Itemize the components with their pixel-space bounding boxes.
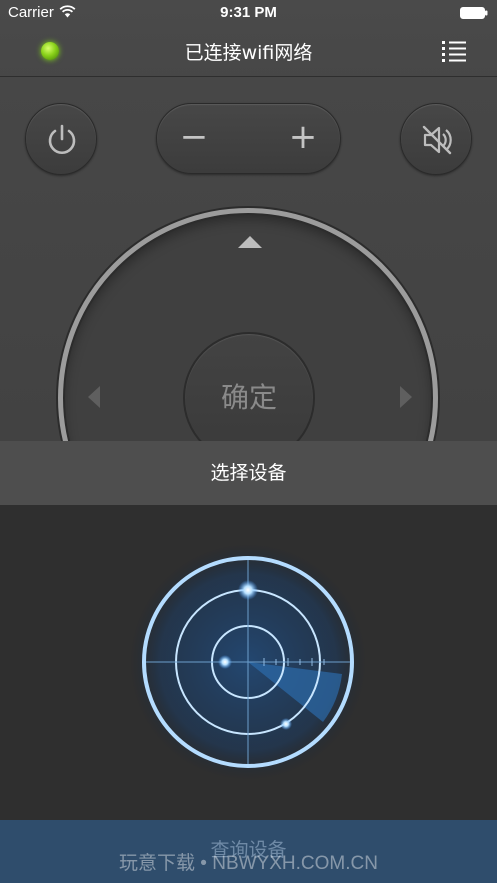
- list-icon[interactable]: [442, 40, 466, 62]
- status-bar: Carrier 9:31 PM: [0, 0, 497, 26]
- watermark: 玩意下载 • NBWYXH.COM.CN: [119, 853, 378, 874]
- volume-control: − +: [156, 103, 341, 174]
- clock: 9:31 PM: [220, 4, 277, 21]
- sheet-title: 选择设备: [0, 441, 497, 505]
- power-icon: [48, 124, 76, 154]
- dpad-right-button[interactable]: [400, 386, 412, 408]
- nav-bar: 已连接wifi网络: [0, 26, 497, 77]
- radar-device-dot: [218, 655, 232, 669]
- radar-device-dot: [280, 718, 292, 730]
- battery-icon: [460, 7, 488, 19]
- radar-scanner: [130, 544, 366, 780]
- radar-device-dot: [238, 580, 258, 600]
- dpad-left-button[interactable]: [88, 386, 100, 408]
- volume-up-button[interactable]: +: [268, 104, 338, 175]
- dpad-up-button[interactable]: [238, 236, 262, 248]
- power-button[interactable]: [25, 103, 97, 175]
- mute-button[interactable]: [400, 103, 472, 175]
- page-title: 已连接wifi网络: [184, 42, 313, 64]
- speaker-muted-icon: [422, 125, 452, 155]
- volume-down-button[interactable]: −: [159, 104, 229, 175]
